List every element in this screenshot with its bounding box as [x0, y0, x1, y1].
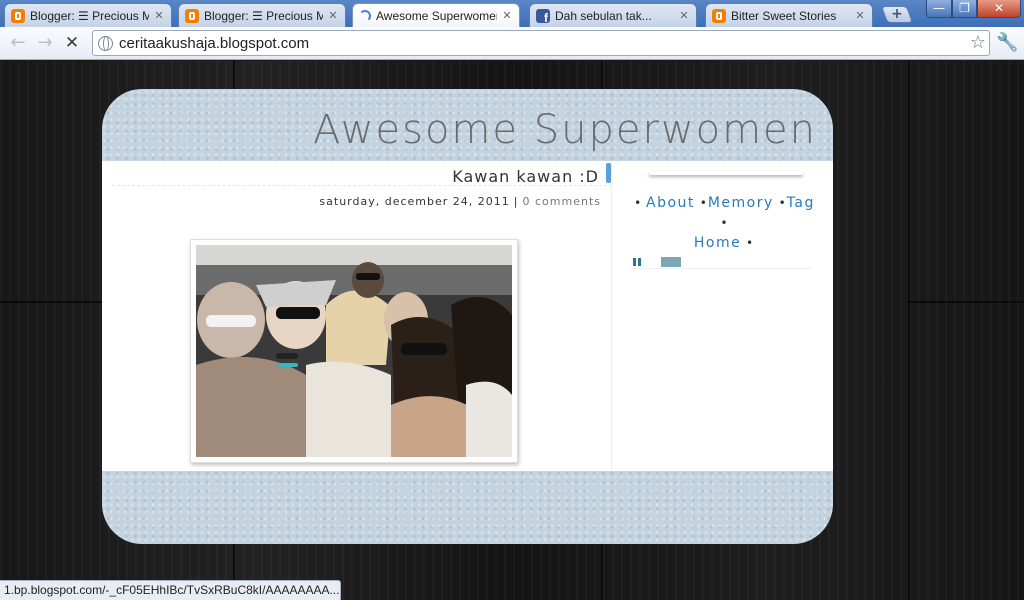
facebook-icon [536, 8, 550, 25]
wood-gap [908, 301, 1024, 303]
forward-button[interactable]: → [35, 33, 55, 53]
tab-strip: Blogger: ☰ Precious Mem ✕ Blogger: ☰ Pre… [0, 0, 1024, 28]
new-tab-button[interactable]: + [880, 6, 914, 23]
blogger-icon [11, 8, 25, 23]
sidebar-nav: • About •Memory •Tag • Home • [629, 193, 819, 253]
page-viewport: Awesome Superwomen Kawan kawan :D saturd… [0, 61, 1024, 600]
nav-bullet: • [778, 196, 786, 210]
nav-link-memory[interactable]: Memory [708, 195, 774, 211]
blog-title[interactable]: Awesome Superwomen [313, 107, 817, 153]
nav-bullet: • [746, 236, 754, 250]
close-tab-icon[interactable]: ✕ [501, 10, 513, 22]
blogger-icon [712, 8, 726, 23]
comments-link[interactable]: 0 comments [523, 195, 602, 208]
post-meta: saturday, december 24, 2011 | 0 comments [319, 195, 601, 208]
close-window-button[interactable]: ✕ [977, 0, 1021, 18]
plus-icon: + [891, 6, 903, 22]
bookmark-star-icon[interactable]: ☆ [970, 32, 986, 54]
tab-blogger-2[interactable]: Blogger: ☰ Precious Mem ✕ [178, 3, 346, 27]
post-date: saturday, december 24, 2011 [319, 195, 510, 208]
post-accent-bar [606, 163, 611, 183]
nav-bullet: • [634, 196, 642, 210]
loading-icon [359, 10, 371, 22]
pause-icon[interactable] [633, 258, 641, 266]
globe-icon [98, 36, 113, 51]
nav-bullet: • [720, 216, 728, 230]
nav-link-tag[interactable]: Tag [787, 195, 815, 211]
post-column: Kawan kawan :D saturday, december 24, 20… [102, 161, 612, 471]
sidebar-divider [649, 171, 803, 175]
address-bar[interactable]: ceritaakushaja.blogspot.com ☆ [92, 30, 990, 56]
tab-title: Blogger: ☰ Precious Mem [204, 8, 323, 23]
tab-title: Bitter Sweet Stories [731, 8, 837, 23]
post-title[interactable]: Kawan kawan :D [452, 167, 599, 186]
close-tab-icon[interactable]: ✕ [153, 9, 165, 22]
tab-title: Dah sebulan tak... [555, 8, 652, 23]
tab-title: Blogger: ☰ Precious Mem [30, 8, 149, 23]
tab-title: Awesome Superwomen [376, 9, 497, 23]
sidebar: • About •Memory •Tag • Home • [613, 161, 833, 471]
nav-link-about[interactable]: About [646, 195, 695, 211]
content-area: Kawan kawan :D saturday, december 24, 20… [102, 161, 833, 471]
nav-link-home[interactable]: Home [694, 235, 741, 251]
close-tab-icon[interactable]: ✕ [678, 9, 690, 22]
status-bar: 1.bp.blogspot.com/-_cF05EHhIBc/TvSxRBuC8… [0, 580, 341, 600]
post-photo[interactable] [190, 239, 518, 463]
stop-button[interactable]: ✕ [62, 33, 82, 53]
minimize-button[interactable]: — [926, 0, 952, 18]
seek-bar[interactable] [661, 257, 681, 267]
blogger-icon [185, 8, 199, 23]
back-button[interactable]: ← [8, 33, 28, 53]
address-text[interactable]: ceritaakushaja.blogspot.com [119, 35, 309, 52]
close-tab-icon[interactable]: ✕ [854, 9, 866, 22]
music-player [631, 255, 813, 269]
close-tab-icon[interactable]: ✕ [327, 9, 339, 22]
wrench-menu-icon[interactable]: 🔧 [996, 32, 1018, 54]
tab-bitter-sweet-stories[interactable]: Bitter Sweet Stories ✕ [705, 3, 873, 27]
group-photo-image [196, 245, 512, 457]
blog-frame: Awesome Superwomen Kawan kawan :D saturd… [102, 89, 833, 544]
nav-bullet: • [699, 196, 707, 210]
meta-separator: | [513, 195, 519, 208]
wood-seam [908, 61, 910, 600]
tab-awesome-superwomen[interactable]: Awesome Superwomen ✕ [352, 3, 520, 28]
tab-blogger-1[interactable]: Blogger: ☰ Precious Mem ✕ [4, 3, 172, 27]
browser-toolbar: ← → ✕ ceritaakushaja.blogspot.com ☆ 🔧 [0, 27, 1024, 60]
maximize-button[interactable]: ❐ [952, 0, 977, 18]
tab-facebook[interactable]: Dah sebulan tak... ✕ [529, 3, 697, 27]
